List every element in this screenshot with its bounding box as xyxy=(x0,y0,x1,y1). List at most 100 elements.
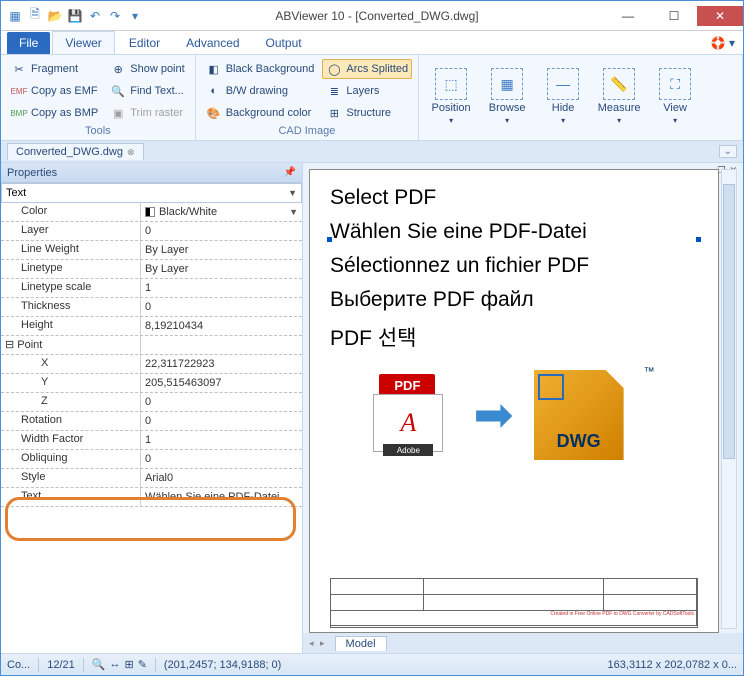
app-icon[interactable]: ▦ xyxy=(7,8,23,24)
structure-button[interactable]: ⊞Structure xyxy=(322,103,412,123)
title-block: Created in Free Online PDF to DWG Conver… xyxy=(330,578,698,628)
arcs-splitted-button[interactable]: ◯Arcs Splitted xyxy=(322,59,412,79)
canvas-text-fr: Sélectionnez un fichier PDF xyxy=(330,254,698,278)
doc-tab-close-icon[interactable]: ⊗ xyxy=(127,147,135,158)
copy-emf-button[interactable]: EMFCopy as EMF xyxy=(7,81,102,101)
properties-type-select[interactable]: Text ▼ xyxy=(1,183,302,203)
layers-icon: ≣ xyxy=(326,83,342,99)
ribbon-tabs: File Viewer Editor Advanced Output 🛟 ▾ xyxy=(1,31,743,55)
drawing-canvas[interactable]: Select PDF Wählen Sie eine PDF-Datei Sél… xyxy=(309,169,719,633)
fragment-button[interactable]: ✂Fragment xyxy=(7,59,102,79)
palette-icon: 🎨 xyxy=(206,105,222,121)
color-swatch-icon xyxy=(145,207,155,217)
redo-icon[interactable]: ↷ xyxy=(107,8,123,24)
status-icon-3[interactable]: ⊞ xyxy=(124,658,133,671)
prop-row-linetype[interactable]: LinetypeBy Layer xyxy=(1,260,302,279)
qat-dropdown-icon[interactable]: ▾ xyxy=(127,8,143,24)
position-icon: ⬚ xyxy=(435,68,467,100)
chevron-down-icon: ▼ xyxy=(288,188,297,198)
tab-file[interactable]: File xyxy=(7,32,50,54)
black-background-button[interactable]: ◧Black Background xyxy=(202,59,319,79)
collapse-icon[interactable]: ⊟ xyxy=(5,339,14,351)
find-text-button[interactable]: 🔍Find Text... xyxy=(106,81,188,101)
canvas-graphic: PDF A Adobe ➡ DWG ™ xyxy=(330,370,698,460)
structure-icon: ⊞ xyxy=(326,105,342,121)
minimize-button[interactable]: — xyxy=(605,6,651,26)
layout-nav-arrows[interactable]: ◂ ▸ xyxy=(309,638,327,649)
arrow-right-icon: ➡ xyxy=(473,387,513,443)
group-label-tools: Tools xyxy=(7,123,189,137)
ribbon: ✂Fragment EMFCopy as EMF BMPCopy as BMP … xyxy=(1,55,743,141)
properties-title: Properties xyxy=(7,167,57,179)
scrollbar-thumb[interactable] xyxy=(723,184,735,459)
trim-raster-button: ▣Trim raster xyxy=(106,103,188,123)
status-icon-1[interactable]: 🔍 xyxy=(92,658,106,671)
prop-row-z[interactable]: Z0 xyxy=(1,393,302,412)
view-button[interactable]: ⛶View▾ xyxy=(649,59,701,134)
status-icon-4[interactable]: ✎ xyxy=(138,658,147,671)
close-button[interactable]: ✕ xyxy=(697,6,743,26)
prop-row-layer[interactable]: Layer0 xyxy=(1,222,302,241)
prop-row-color[interactable]: ColorBlack/White▼ xyxy=(1,203,302,222)
prop-row-style[interactable]: StyleArial0 xyxy=(1,469,302,488)
tab-viewer[interactable]: Viewer xyxy=(52,31,114,54)
status-bar: Co... 12/21 🔍 ↔ ⊞ ✎ (201,2457; 134,9188;… xyxy=(1,653,743,675)
ribbon-group-cad-image: ◧Black Background ◐B/W drawing 🎨Backgrou… xyxy=(196,55,419,140)
viewport-panel: — ❐ ✕ Select PDF Wählen Sie eine PDF-Dat… xyxy=(303,163,743,653)
main-area: Properties 📌 Text ▼ ColorBlack/White▼ La… xyxy=(1,163,743,653)
position-button[interactable]: ⬚Position▾ xyxy=(425,59,477,134)
pin-icon[interactable]: 📌 xyxy=(284,167,296,178)
tab-advanced[interactable]: Advanced xyxy=(174,32,251,54)
open-icon[interactable]: 📂 xyxy=(47,8,63,24)
layout-tabs: ◂ ▸ Model xyxy=(303,633,743,653)
properties-type-value: Text xyxy=(6,187,26,199)
help-dropdown[interactable]: 🛟 ▾ xyxy=(703,32,743,54)
hide-button[interactable]: —Hide▾ xyxy=(537,59,589,134)
layers-button[interactable]: ≣Layers xyxy=(322,81,412,101)
bw-drawing-button[interactable]: ◐B/W drawing xyxy=(202,81,319,101)
doc-tabs-overflow[interactable]: ⌄ xyxy=(719,145,737,158)
vertical-scrollbar[interactable] xyxy=(721,169,737,629)
status-count: 12/21 xyxy=(47,659,75,671)
canvas-text-ko: PDF 선택 xyxy=(330,322,698,352)
prop-row-y[interactable]: Y205,515463097 xyxy=(1,374,302,393)
show-point-button[interactable]: ⊕Show point xyxy=(106,59,188,79)
measure-button[interactable]: 📏Measure▾ xyxy=(593,59,645,134)
background-color-button[interactable]: 🎨Background color xyxy=(202,103,319,123)
doc-tab-label: Converted_DWG.dwg xyxy=(16,146,123,158)
new-icon[interactable]: 🗎 xyxy=(27,8,43,24)
prop-row-lineweight[interactable]: Line WeightBy Layer xyxy=(1,241,302,260)
prop-row-rotation[interactable]: Rotation0 xyxy=(1,412,302,431)
prop-row-widthfactor[interactable]: Width Factor1 xyxy=(1,431,302,450)
ribbon-group-tools: ✂Fragment EMFCopy as EMF BMPCopy as BMP … xyxy=(1,55,196,140)
prop-row-obliquing[interactable]: Obliquing0 xyxy=(1,450,302,469)
tab-editor[interactable]: Editor xyxy=(117,32,172,54)
prop-row-thickness[interactable]: Thickness0 xyxy=(1,298,302,317)
status-left: Co... xyxy=(7,659,30,671)
undo-icon[interactable]: ↶ xyxy=(87,8,103,24)
document-tabs: Converted_DWG.dwg ⊗ ⌄ xyxy=(1,141,743,163)
tab-output[interactable]: Output xyxy=(254,32,314,54)
prop-row-text[interactable]: TextWählen Sie eine PDF-Datei xyxy=(1,488,302,507)
prop-row-x[interactable]: X22,311722923 xyxy=(1,355,302,374)
maximize-button[interactable]: ☐ xyxy=(651,6,697,26)
prop-row-height[interactable]: Height8,19210434 xyxy=(1,317,302,336)
properties-grid: ColorBlack/White▼ Layer0 Line WeightBy L… xyxy=(1,203,302,653)
dwg-icon: DWG xyxy=(534,370,624,460)
status-icon-2[interactable]: ↔ xyxy=(109,658,120,671)
measure-icon: 📏 xyxy=(603,68,635,100)
view-icon: ⛶ xyxy=(659,68,691,100)
canvas-text-ru: Выберите PDF файл xyxy=(330,288,698,312)
copy-bmp-button[interactable]: BMPCopy as BMP xyxy=(7,103,102,123)
canvas-text-en: Select PDF xyxy=(330,186,698,210)
tab-model[interactable]: Model xyxy=(335,636,387,651)
doc-tab[interactable]: Converted_DWG.dwg ⊗ xyxy=(7,143,144,160)
save-icon[interactable]: 💾 xyxy=(67,8,83,24)
prop-row-point[interactable]: ⊟ Point xyxy=(1,336,302,355)
window-buttons: — ☐ ✕ xyxy=(605,6,743,26)
browse-button[interactable]: ▦Browse▾ xyxy=(481,59,533,134)
target-icon: ⊕ xyxy=(110,61,126,77)
properties-panel: Properties 📌 Text ▼ ColorBlack/White▼ La… xyxy=(1,163,303,653)
black-bg-icon: ◧ xyxy=(206,61,222,77)
prop-row-linetypescale[interactable]: Linetype scale1 xyxy=(1,279,302,298)
